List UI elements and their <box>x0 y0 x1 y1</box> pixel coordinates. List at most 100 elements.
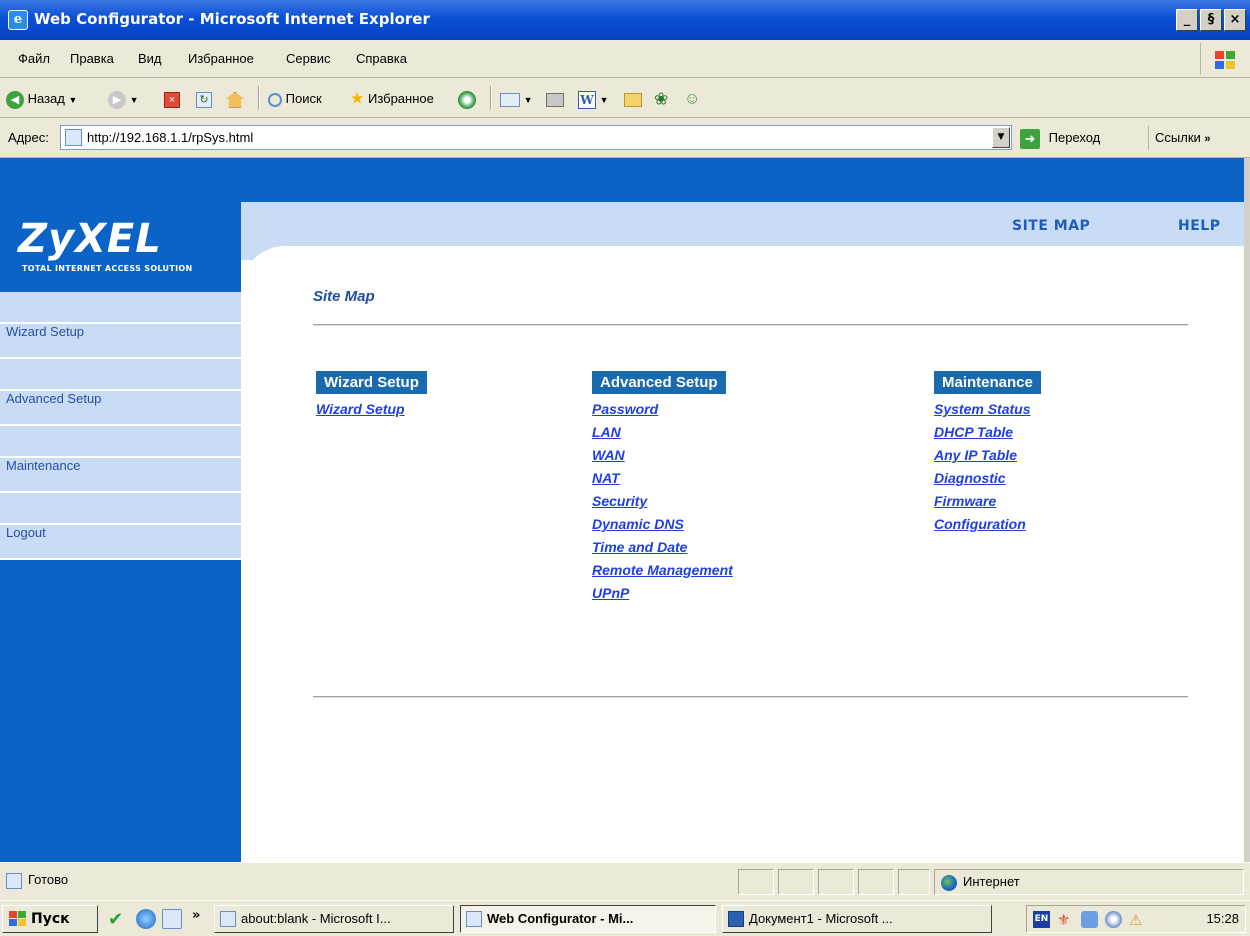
menu-file[interactable]: Файл <box>18 51 50 66</box>
links-label: Ссылки <box>1155 130 1201 145</box>
back-arrow-icon: ◀ <box>6 90 24 109</box>
network-icon[interactable] <box>1081 911 1098 928</box>
toolbar-separator <box>490 86 492 110</box>
stop-button[interactable]: × <box>164 88 180 110</box>
toolbar: ◀ Назад ▼ ▶ ▼ × ↻ Поиск ★ Избранное ▼ W … <box>0 78 1250 118</box>
link-any-ip-table[interactable]: Any IP Table <box>934 444 1030 467</box>
start-button[interactable]: Пуск <box>2 905 98 933</box>
go-arrow-icon: ➜ <box>1020 128 1040 149</box>
forward-arrow-icon: ▶ <box>108 90 126 109</box>
sidebar-item-logout[interactable]: Logout <box>0 525 241 560</box>
zyxel-logo: ZyXEL TOTAL INTERNET ACCESS SOLUTION <box>0 202 241 290</box>
forward-button[interactable]: ▶ ▼ <box>108 88 139 110</box>
task-word-document[interactable]: Документ1 - Microsoft ... <box>722 905 992 933</box>
menu-view[interactable]: Вид <box>138 51 162 66</box>
language-indicator[interactable]: EN <box>1033 911 1050 928</box>
favorites-label: Избранное <box>367 91 434 106</box>
refresh-button[interactable]: ↻ <box>196 88 212 110</box>
search-icon <box>268 92 282 107</box>
printer-icon <box>546 92 564 107</box>
divider-bottom <box>313 696 1188 698</box>
window-title: Web Configurator - Microsoft Internet Ex… <box>34 10 430 28</box>
go-button[interactable]: ➜ Переход <box>1020 126 1100 150</box>
link-system-status[interactable]: System Status <box>934 398 1030 421</box>
minimize-button[interactable]: _ <box>1176 9 1198 31</box>
edit-button[interactable]: W ▼ <box>578 88 609 110</box>
link-lan[interactable]: LAN <box>592 421 733 444</box>
desktop-icon[interactable] <box>162 909 182 929</box>
task-web-configurator[interactable]: Web Configurator - Mi... <box>460 905 716 933</box>
sound-icon[interactable] <box>1105 911 1122 928</box>
link-remote-management[interactable]: Remote Management <box>592 559 733 582</box>
sidebar-nav: Wizard Setup Advanced Setup Maintenance … <box>0 292 241 560</box>
clock: 15:28 <box>1206 911 1239 926</box>
messenger-button[interactable]: ❀ <box>654 88 668 110</box>
link-wizard-setup[interactable]: Wizard Setup <box>316 398 405 421</box>
status-pane <box>858 869 894 895</box>
media-button[interactable] <box>458 88 476 110</box>
address-input[interactable]: http://192.168.1.1/rpSys.html <box>60 125 1012 150</box>
system-tray: EN ⚜ ⚠ 15:28 <box>1026 905 1246 933</box>
link-dynamic-dns[interactable]: Dynamic DNS <box>592 513 733 536</box>
page-viewport: ZyXEL TOTAL INTERNET ACCESS SOLUTION SIT… <box>0 158 1250 862</box>
link-security[interactable]: Security <box>592 490 733 513</box>
divider-top <box>313 324 1188 326</box>
menu-tools[interactable]: Сервис <box>286 51 331 66</box>
ie-icon <box>220 911 236 927</box>
back-label: Назад <box>27 91 65 106</box>
task-label: Web Configurator - Mi... <box>487 911 634 926</box>
antivirus-icon[interactable]: ⚜ <box>1057 911 1074 929</box>
folder-button[interactable] <box>624 88 642 110</box>
link-wan[interactable]: WAN <box>592 444 733 467</box>
checkmark-icon[interactable]: ✔ <box>108 909 128 930</box>
page-title: Site Map <box>313 288 375 305</box>
status-pane <box>818 869 854 895</box>
status-pane <box>778 869 814 895</box>
sidebar-item-wizard-setup[interactable]: Wizard Setup <box>0 324 241 359</box>
logo-text: ZyXEL <box>18 216 162 262</box>
ie-quicklaunch-icon[interactable] <box>136 909 156 929</box>
link-upnp[interactable]: UPnP <box>592 582 733 605</box>
menu-favorites[interactable]: Избранное <box>188 51 254 66</box>
menu-edit[interactable]: Правка <box>70 51 114 66</box>
maximize-button[interactable]: § <box>1200 9 1222 31</box>
windows-flag-icon <box>9 911 27 927</box>
link-password[interactable]: Password <box>592 398 733 421</box>
refresh-icon: ↻ <box>196 91 212 108</box>
link-dhcp-table[interactable]: DHCP Table <box>934 421 1030 444</box>
search-button[interactable]: Поиск <box>268 88 322 110</box>
link-firmware[interactable]: Firmware <box>934 490 1030 513</box>
home-button[interactable] <box>226 88 244 110</box>
chevron-right-icon[interactable]: » <box>192 908 200 923</box>
link-nat[interactable]: NAT <box>592 467 733 490</box>
task-label: about:blank - Microsoft I... <box>241 911 391 926</box>
favorites-button[interactable]: ★ Избранное <box>350 88 434 110</box>
help-link[interactable]: HELP <box>1178 218 1220 234</box>
sidebar-spacer <box>0 493 241 525</box>
site-map-link[interactable]: SITE MAP <box>1012 218 1090 234</box>
link-diagnostic[interactable]: Diagnostic <box>934 467 1030 490</box>
mail-button[interactable]: ▼ <box>500 88 533 110</box>
link-time-and-date[interactable]: Time and Date <box>592 536 733 559</box>
menu-help[interactable]: Справка <box>356 51 407 66</box>
people-button[interactable]: ☺ <box>684 88 700 110</box>
sidebar-item-maintenance[interactable]: Maintenance <box>0 458 241 493</box>
star-icon: ★ <box>350 90 365 108</box>
link-configuration[interactable]: Configuration <box>934 513 1030 536</box>
toolbar-separator <box>258 86 260 110</box>
chevron-down-icon: ▼ <box>599 95 609 105</box>
window-titlebar[interactable]: e Web Configurator - Microsoft Internet … <box>0 0 1250 40</box>
folder-icon <box>624 92 642 107</box>
alert-icon[interactable]: ⚠ <box>1129 911 1146 929</box>
back-button[interactable]: ◀ Назад ▼ <box>6 88 77 110</box>
sidebar-item-advanced-setup[interactable]: Advanced Setup <box>0 391 241 426</box>
address-dropdown-button[interactable]: ▼ <box>992 127 1010 148</box>
logo-tagline: TOTAL INTERNET ACCESS SOLUTION <box>22 264 193 273</box>
chevron-down-icon: ▼ <box>129 95 139 105</box>
close-button[interactable]: × <box>1224 9 1246 31</box>
links-button[interactable]: Ссылки » <box>1148 126 1211 150</box>
stop-icon: × <box>164 91 180 108</box>
print-button[interactable] <box>546 88 564 110</box>
start-label: Пуск <box>31 911 70 927</box>
task-about-blank[interactable]: about:blank - Microsoft I... <box>214 905 454 933</box>
